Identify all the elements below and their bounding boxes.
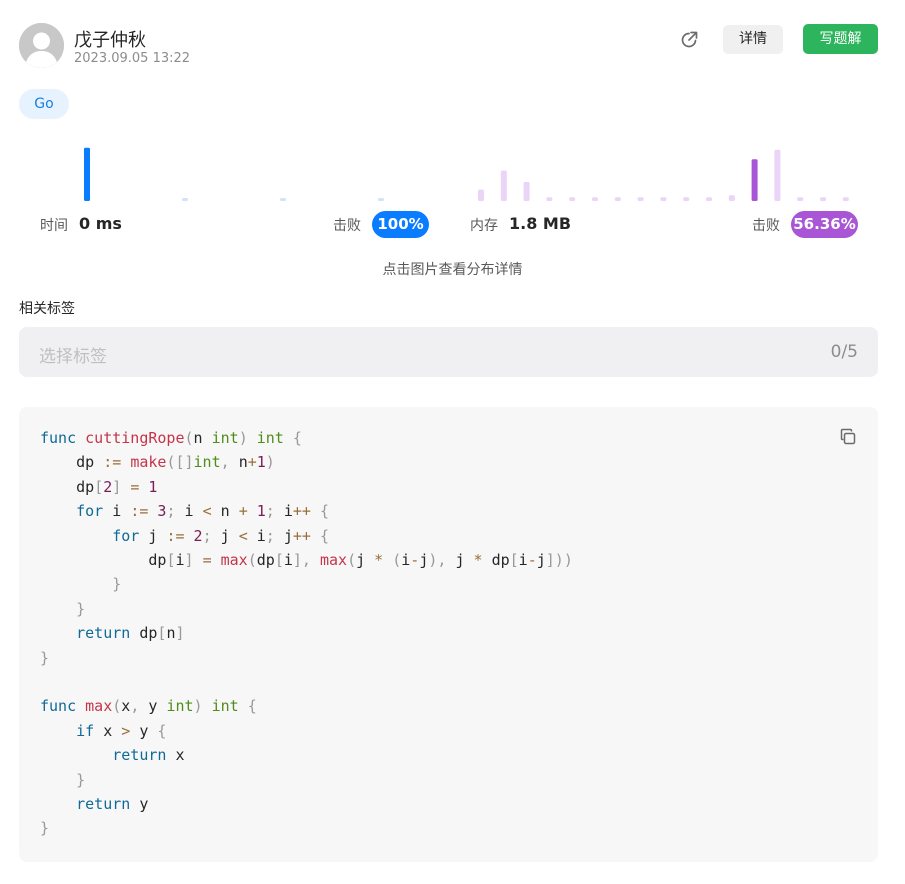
runtime-bar-0[interactable] <box>84 147 90 201</box>
tag-selector-placeholder: 选择标签 <box>39 347 107 367</box>
code-line: return y <box>76 795 149 813</box>
memory-bar-9[interactable] <box>683 197 690 201</box>
code-line: dp := make([]int, n+1) <box>76 453 275 472</box>
code-block[interactable]: func cuttingRope(n int) int { dp := make… <box>19 407 878 862</box>
runtime-bar-1[interactable] <box>182 198 188 201</box>
related-tags-heading: 相关标签 <box>19 301 75 317</box>
memory-value: 1.8 MB <box>509 214 572 233</box>
memory-bar-6[interactable] <box>614 197 621 201</box>
code-line: } <box>40 648 50 667</box>
memory-bar-7[interactable] <box>637 197 644 201</box>
language-tag[interactable]: Go <box>19 89 69 119</box>
memory-beat-badge: 56.36% <box>791 211 858 238</box>
user-avatar[interactable] <box>19 23 64 68</box>
memory-beat-label: 击败 <box>752 218 780 234</box>
memory-bar-1[interactable] <box>500 170 507 201</box>
memory-bar-15[interactable] <box>820 197 826 201</box>
code-line: for i := 3; i < n + 1; i++ { <box>76 502 329 521</box>
memory-bar-11[interactable] <box>728 195 735 201</box>
code-line: return dp[n] <box>76 624 185 643</box>
runtime-label: 时间 <box>40 218 68 234</box>
code-line: } <box>76 599 86 618</box>
share-link-icon[interactable] <box>678 29 700 51</box>
memory-bar-14[interactable] <box>797 197 804 201</box>
code-line: return x <box>112 746 185 765</box>
copy-icon[interactable] <box>838 427 858 447</box>
runtime-bar-2[interactable] <box>280 198 286 201</box>
code-line: } <box>76 770 86 789</box>
memory-bar-5[interactable] <box>592 197 598 201</box>
tag-selector[interactable]: 选择标签 0/5 <box>19 327 878 377</box>
code-line: if x > y { <box>76 721 167 740</box>
runtime-beat-label: 击败 <box>333 218 361 234</box>
runtime-bar-3[interactable] <box>378 198 384 201</box>
code-line: func max(x, y int) int { <box>40 697 257 716</box>
distribution-bars <box>84 147 849 201</box>
distribution-hint[interactable]: 点击图片查看分布详情 <box>0 259 905 279</box>
memory-bar-4[interactable] <box>569 197 576 201</box>
submission-timestamp: 2023.09.05 13:22 <box>74 51 191 66</box>
code-line: func cuttingRope(n int) int { <box>40 429 302 447</box>
memory-bar-16[interactable] <box>842 197 849 201</box>
memory-bar-12[interactable] <box>751 159 758 201</box>
code-line: for j := 2; j < i; j++ { <box>112 526 329 545</box>
distribution-chart[interactable] <box>0 130 905 205</box>
memory-bar-8[interactable] <box>660 197 667 201</box>
memory-bar-13[interactable] <box>774 149 781 201</box>
code-line: } <box>112 575 122 594</box>
memory-bar-10[interactable] <box>706 197 712 201</box>
detail-button[interactable]: 详情 <box>723 25 783 54</box>
runtime-value: 0 ms <box>79 214 122 233</box>
avatar-silhouette-icon <box>19 23 64 68</box>
runtime-beat-badge: 100% <box>372 211 429 238</box>
code-line: dp[2] = 1 <box>76 477 158 496</box>
username[interactable]: 戊子仲秋 <box>74 26 146 52</box>
code-line: } <box>40 819 50 838</box>
code-line: dp[i] = max(dp[i], max(j * (i-j), j * dp… <box>148 551 573 569</box>
memory-bar-2[interactable] <box>523 182 530 201</box>
memory-bar-0[interactable] <box>478 189 484 201</box>
memory-bar-3[interactable] <box>546 197 553 201</box>
write-solution-button[interactable]: 写题解 <box>803 24 878 54</box>
memory-label: 内存 <box>470 218 498 234</box>
tag-count: 0/5 <box>830 342 858 362</box>
